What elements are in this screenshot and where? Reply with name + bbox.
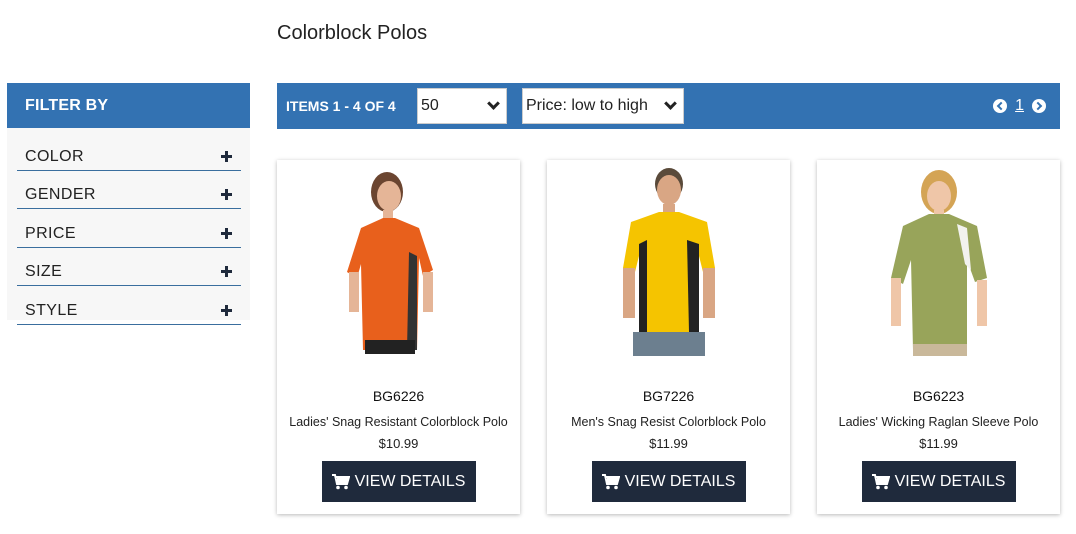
page-title: Colorblock Polos [277, 22, 428, 44]
pagination: 1 [993, 97, 1046, 115]
plus-icon[interactable] [221, 304, 232, 316]
product-name[interactable]: Ladies' Wicking Raglan Sleeve Polo [817, 415, 1060, 429]
sort-select[interactable]: Price: low to high [522, 88, 684, 124]
product-price: $10.99 [378, 436, 419, 451]
page-number-link[interactable]: 1 [1015, 97, 1024, 115]
prev-page-icon[interactable] [993, 99, 1008, 113]
filter-sidebar: FILTER BY COLOR GENDER PRICE SIZE STYLE [7, 83, 250, 325]
chevron-down-icon [664, 97, 677, 110]
filter-price-label: PRICE [25, 224, 76, 242]
product-price: $11.99 [649, 436, 688, 451]
plus-icon[interactable] [221, 189, 232, 200]
product-name[interactable]: Ladies' Snag Resistant Colorblock Polo [277, 415, 520, 429]
product-card: BG7226 Men's Snag Resist Colorblock Polo… [547, 160, 790, 514]
filter-gender-label: GENDER [25, 186, 96, 203]
filter-list: COLOR GENDER PRICE SIZE STYLE [7, 128, 250, 325]
view-details-button[interactable]: VIEW DETAILS [591, 461, 746, 502]
product-image[interactable] [547, 160, 790, 360]
per-page-select[interactable]: 50 [417, 88, 507, 124]
filter-size-label: SIZE [25, 263, 63, 280]
view-details-label: VIEW DETAILS [354, 472, 466, 490]
items-count: ITEMS 1 - 4 OF 4 [286, 98, 396, 114]
product-sku[interactable]: BG6223 [817, 388, 1060, 404]
product-image[interactable] [817, 160, 1060, 360]
product-sku[interactable]: BG6226 [277, 388, 520, 404]
filter-price[interactable]: PRICE [17, 209, 241, 248]
cart-icon [331, 473, 350, 489]
filter-size[interactable]: SIZE [17, 248, 241, 286]
filter-color-label: COLOR [25, 147, 84, 165]
product-photo [891, 170, 987, 356]
product-card: BG6223 Ladies' Wicking Raglan Sleeve Pol… [817, 160, 1060, 514]
cart-icon [601, 473, 620, 489]
product-sku[interactable]: BG7226 [547, 388, 790, 404]
product-price: $11.99 [919, 436, 958, 451]
results-toolbar: ITEMS 1 - 4 OF 4 50 Price: low to high 1 [277, 83, 1060, 129]
view-details-label: VIEW DETAILS [624, 472, 736, 490]
view-details-label: VIEW DETAILS [894, 472, 1006, 490]
product-card: BG6226 Ladies' Snag Resistant Colorblock… [277, 160, 520, 514]
plus-icon[interactable] [221, 150, 232, 162]
filter-gender[interactable]: GENDER [17, 171, 241, 209]
product-image[interactable] [277, 160, 520, 360]
sort-value: Price: low to high [526, 97, 648, 114]
filter-header: FILTER BY [7, 83, 250, 128]
product-photo [347, 172, 433, 354]
view-details-button[interactable]: VIEW DETAILS [861, 461, 1016, 502]
filter-style-label: STYLE [25, 301, 78, 319]
filter-style[interactable]: STYLE [17, 286, 241, 325]
view-details-button[interactable]: VIEW DETAILS [321, 461, 476, 502]
per-page-value: 50 [421, 97, 439, 114]
product-photo [623, 168, 715, 356]
cart-icon [871, 473, 890, 489]
chevron-down-icon [487, 97, 500, 110]
plus-icon[interactable] [221, 266, 232, 277]
product-name[interactable]: Men's Snag Resist Colorblock Polo [547, 415, 790, 429]
plus-icon[interactable] [221, 227, 232, 239]
filter-color[interactable]: COLOR [17, 132, 241, 171]
next-page-icon[interactable] [1032, 99, 1046, 113]
